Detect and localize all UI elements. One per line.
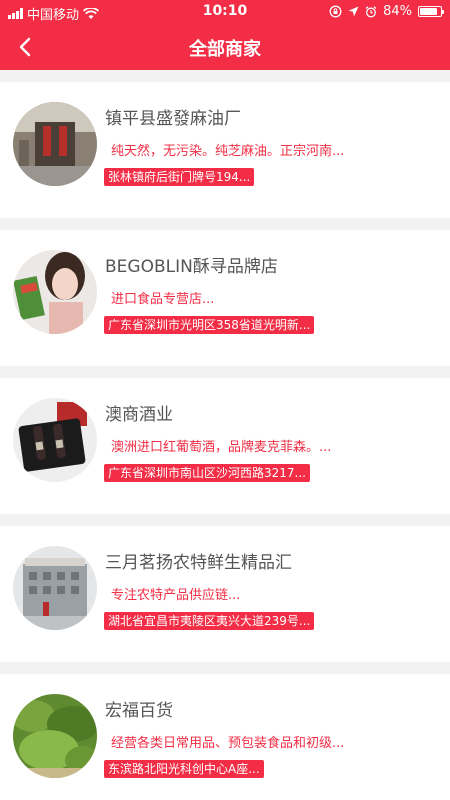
- location-icon: [348, 6, 359, 17]
- store-card[interactable]: 三月茗扬农特鲜生精品汇 专注农特产品供应链... 湖北省宜昌市夷陵区夷兴大道23…: [0, 526, 450, 662]
- store-description: 进口食品专营店...: [111, 292, 215, 307]
- carrier-label: 中国移动: [27, 8, 80, 23]
- rotation-lock-icon: [329, 5, 342, 18]
- store-address: 湖北省宜昌市夷陵区夷兴大道239号...: [104, 612, 315, 630]
- store-address: 东滨路北阳光科创中心A座...: [104, 760, 264, 778]
- store-name: 宏福百货: [105, 701, 173, 721]
- page-title: 全部商家: [189, 39, 261, 60]
- store-description: 纯天然，无污染。纯芝麻油。正宗河南...: [111, 144, 345, 159]
- store-description: 经营各类日常用品、预包装食品和初级...: [111, 736, 345, 751]
- store-name: 镇平县盛發麻油厂: [105, 109, 241, 129]
- nav-bar: 全部商家: [0, 24, 450, 70]
- store-name: 三月茗扬农特鲜生精品汇: [105, 553, 292, 573]
- store-card[interactable]: 澳商酒业 澳洲进口红葡萄酒，品牌麦克菲森。... 广东省深圳市南山区沙河西路32…: [0, 378, 450, 514]
- store-description: 专注农特产品供应链...: [111, 588, 241, 603]
- store-address: 广东省深圳市光明区358省道光明新...: [104, 316, 315, 334]
- store-address: 张林镇府后街门牌号194...: [104, 168, 255, 186]
- status-bar: 中国移动 10:10 84%: [0, 0, 450, 24]
- wifi-icon: [83, 7, 100, 19]
- store-avatar: [13, 250, 97, 334]
- store-address: 广东省深圳市南山区沙河西路3217...: [104, 464, 310, 482]
- store-description: 澳洲进口红葡萄酒，品牌麦克菲森。...: [111, 440, 332, 455]
- store-avatar: [13, 546, 97, 630]
- store-list: 镇平县盛發麻油厂 纯天然，无污染。纯芝麻油。正宗河南... 张林镇府后街门牌号1…: [0, 70, 450, 800]
- alarm-icon: [365, 5, 377, 17]
- store-name: 澳商酒业: [105, 405, 173, 425]
- header-bar: 中国移动 10:10 84% 全部商家: [0, 0, 450, 70]
- battery-icon: [418, 6, 444, 17]
- store-card[interactable]: BEGOBLIN酥寻品牌店 进口食品专营店... 广东省深圳市光明区358省道光…: [0, 230, 450, 366]
- store-avatar: [13, 398, 97, 482]
- signal-icon: [8, 8, 23, 19]
- store-name: BEGOBLIN酥寻品牌店: [105, 257, 278, 277]
- store-card[interactable]: 镇平县盛發麻油厂 纯天然，无污染。纯芝麻油。正宗河南... 张林镇府后街门牌号1…: [0, 82, 450, 218]
- store-avatar: [13, 694, 97, 778]
- battery-percent: 84%: [383, 4, 412, 19]
- store-avatar: [13, 102, 97, 186]
- store-card[interactable]: 宏福百货 经营各类日常用品、预包装食品和初级... 东滨路北阳光科创中心A座..…: [0, 674, 450, 800]
